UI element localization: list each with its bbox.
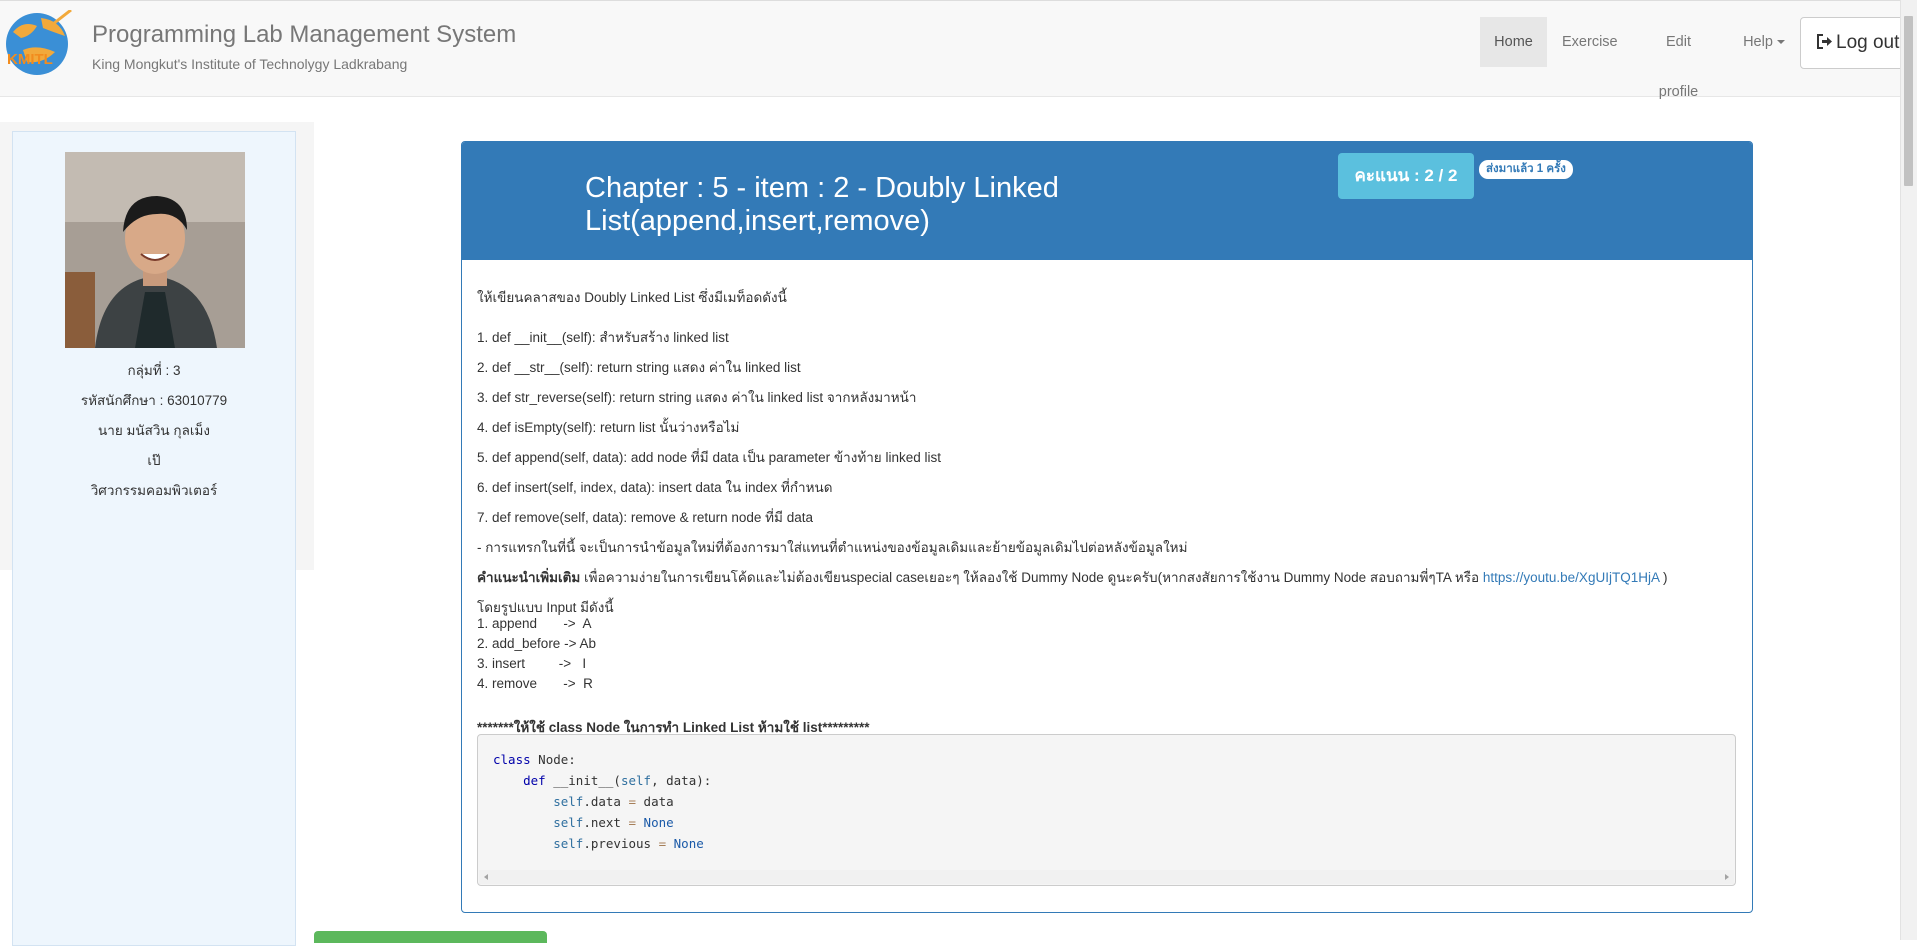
logout-label: Log out: [1836, 32, 1900, 53]
logout-icon: [1816, 20, 1833, 70]
code-horizontal-scrollbar[interactable]: [479, 870, 1734, 884]
input-format-item: 2. add_before -> Ab: [477, 636, 596, 651]
student-photo: [65, 152, 245, 348]
student-id: รหัสนักศึกษา : 63010779: [80, 393, 228, 408]
page-scrollbar[interactable]: [1900, 0, 1917, 940]
tip-label: คำแนะนำเพิ่มเติม: [477, 570, 581, 585]
insert-note: - การแทรกในที่นี้ จะเป็นการนำข้อมูลใหม่ท…: [477, 540, 1188, 555]
method-item: 5. def append(self, data): add node ที่ม…: [477, 450, 941, 465]
nav-help[interactable]: Help: [1741, 17, 1787, 67]
input-format-item: 4. remove -> R: [477, 676, 593, 691]
code-block[interactable]: class Node: def __init__(self, data): se…: [477, 734, 1736, 886]
scroll-left-icon[interactable]: [484, 874, 488, 880]
warning-suffix: *********: [822, 720, 870, 735]
warning-prefix: *******: [477, 720, 514, 735]
score-badge: คะแนน : 2 / 2: [1338, 153, 1474, 199]
method-item: 6. def insert(self, index, data): insert…: [477, 480, 833, 495]
exercise-header: Chapter : 5 - item : 2 - Doubly Linked L…: [462, 142, 1752, 260]
input-format-item: 3. insert -> I: [477, 656, 587, 671]
exercise-intro: ให้เขียนคลาสของ Doubly Linked List ซึ่งม…: [477, 290, 787, 305]
student-group: กลุ่มที่ : 3: [127, 363, 181, 378]
tip-text: เพื่อความง่ายในการเขียนโค้ดและไม่ต้องเขี…: [580, 570, 1483, 585]
input-heading: โดยรูปแบบ Input มีดังนี้: [477, 600, 614, 615]
method-item: 4. def isEmpty(self): return list นั้นว่…: [477, 420, 740, 435]
input-format-item: 1. append -> A: [477, 616, 592, 631]
nav-edit-profile[interactable]: Edit profile: [1645, 17, 1712, 100]
method-item: 2. def __str__(self): return string แสดง…: [477, 360, 801, 375]
scrollbar-thumb[interactable]: [1904, 16, 1913, 186]
app-subtitle: King Mongkut's Institute of Technolygy L…: [92, 56, 408, 72]
exercise-title: Chapter : 5 - item : 2 - Doubly Linked L…: [585, 172, 1059, 237]
app-title[interactable]: Programming Lab Management System: [92, 21, 516, 49]
scroll-right-icon[interactable]: [1725, 874, 1729, 880]
svg-text:KMITL: KMITL: [7, 51, 53, 68]
student-nickname: เป๊: [147, 453, 161, 468]
student-name: นาย มนัสวิน กุลเม็ง: [98, 423, 210, 438]
tip-video-link[interactable]: https://youtu.be/XgUIjTQ1HjA: [1483, 570, 1659, 585]
caret-down-icon: [1776, 40, 1785, 45]
tip-paragraph: คำแนะนำเพิ่มเติม เพื่อความง่ายในการเขียน…: [477, 566, 1667, 588]
kmitl-logo[interactable]: KMITL: [3, 8, 75, 78]
nav-home[interactable]: Home: [1480, 17, 1547, 67]
method-item: 7. def remove(self, data): remove & retu…: [477, 510, 813, 525]
nav-help-label: Help: [1743, 34, 1773, 50]
tip-end: ): [1659, 570, 1668, 585]
nav-exercise[interactable]: Exercise: [1562, 17, 1618, 67]
warning-text: ให้ใช้ class Node ในการทำ Linked List ห้…: [513, 720, 823, 735]
student-faculty: วิศวกรรมคอมพิวเตอร์: [90, 483, 218, 498]
method-item: 1. def __init__(self): สำหรับสร้าง linke…: [477, 330, 729, 345]
method-item: 3. def str_reverse(self): return string …: [477, 390, 917, 405]
submit-button[interactable]: [314, 931, 547, 943]
submission-count-badge: ส่งมาแล้ว 1 ครั้ง: [1479, 160, 1573, 179]
navbar: KMITL Programming Lab Management System …: [0, 0, 1917, 100]
